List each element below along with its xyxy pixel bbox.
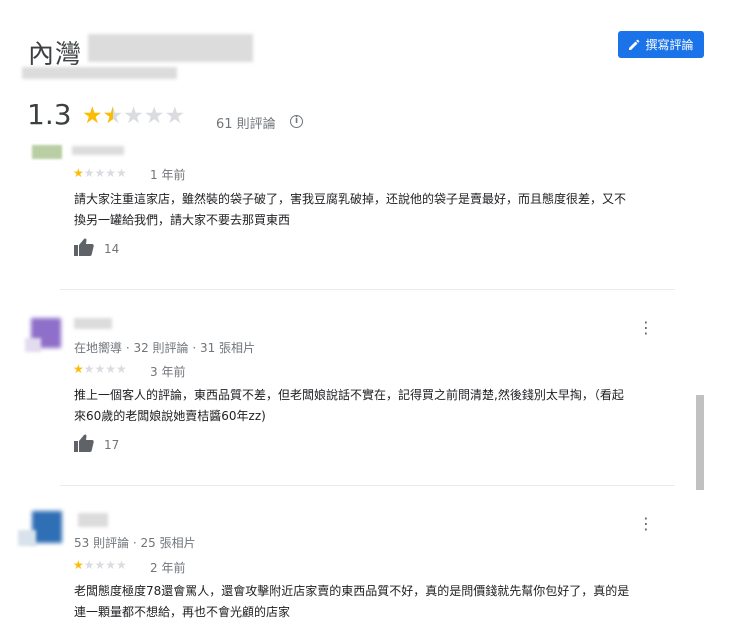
review-time: 1 年前: [150, 168, 186, 182]
info-icon[interactable]: i: [290, 115, 303, 128]
divider: [60, 289, 675, 290]
review-text: 老闆態度極度78還會罵人，還會攻擊附近店家賣的東西品質不好，真的是問價錢就先幫你…: [74, 584, 630, 619]
review-count: 61 則評論: [216, 117, 276, 132]
reviewer-meta: 53 則評論 · 25 張相片: [74, 536, 196, 550]
average-rating: 1.3: [27, 98, 72, 131]
more-options-icon[interactable]: ⋮: [638, 516, 654, 532]
place-title: 內灣: [28, 40, 83, 70]
review-stars: ★★★★★: [73, 558, 127, 572]
like-count: 14: [104, 242, 120, 256]
divider: [60, 485, 675, 486]
thumbs-up-icon[interactable]: [74, 238, 94, 256]
review-stars: ★★★★★: [73, 362, 127, 376]
avatar[interactable]: [25, 312, 65, 352]
reviewer-name[interactable]: [72, 146, 124, 155]
review-time: 2 年前: [150, 561, 186, 575]
pencil-icon: [629, 39, 640, 50]
write-review-button[interactable]: 撰寫評論: [618, 31, 704, 58]
reviewer-name[interactable]: [78, 513, 108, 527]
avatar[interactable]: [32, 145, 62, 159]
reviewer-meta: 在地嚮導 · 32 則評論 · 31 張相片: [74, 341, 256, 355]
blurred-address: [22, 67, 177, 79]
scrollbar-thumb[interactable]: [696, 395, 704, 490]
review-stars: ★★★★★: [73, 166, 127, 180]
blurred-title-part: [88, 34, 253, 62]
reviewer-name[interactable]: [74, 318, 112, 329]
review-text: 請大家注重這家店，雖然裝的袋子破了，害我豆腐乳破掉，还說他的袋子是賣最好，而且態…: [74, 192, 627, 227]
review-time: 3 年前: [150, 365, 186, 379]
more-options-icon[interactable]: ⋮: [638, 320, 654, 336]
thumbs-up-icon[interactable]: [74, 434, 94, 452]
avatar[interactable]: [18, 508, 66, 548]
average-stars: ★★ ★★★: [82, 103, 185, 129]
review-text: 推上一個客人的評論，東西品質不差，但老闆娘說話不實在，記得買之前問清楚,然後錢別…: [74, 388, 624, 423]
like-count: 17: [104, 438, 120, 452]
write-review-label: 撰寫評論: [645, 38, 694, 52]
